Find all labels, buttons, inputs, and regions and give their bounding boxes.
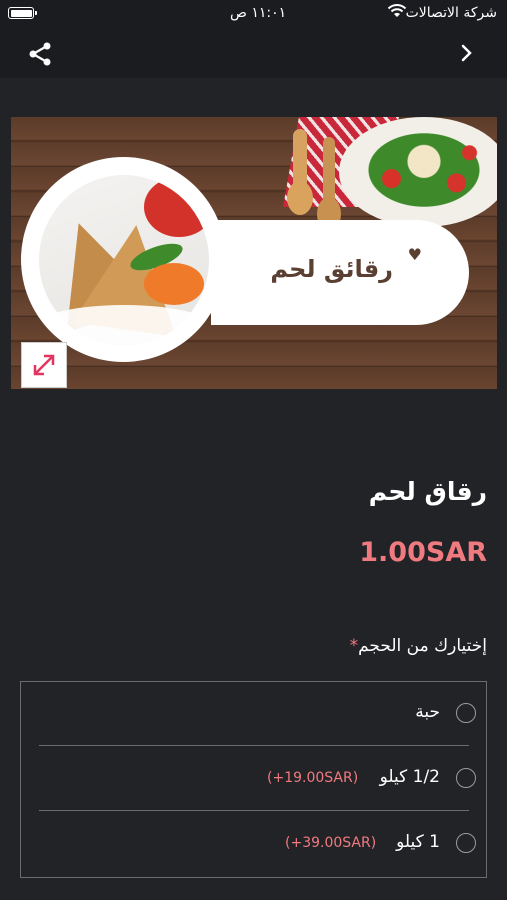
size-option-one-kilo[interactable]: 1 كيلو (+39.00SAR) bbox=[21, 812, 486, 877]
salad bbox=[359, 127, 489, 213]
option-name: 1/2 كيلو bbox=[379, 767, 440, 787]
option-extra-price: (+19.00SAR) bbox=[267, 770, 359, 786]
heart-icon: ♥ bbox=[407, 245, 422, 264]
carrier-name: شركة الاتصالات bbox=[405, 5, 497, 21]
option-name: 1 كيلو bbox=[396, 832, 440, 852]
size-option-label: إختيارك من الحجم* bbox=[346, 636, 487, 656]
size-option-text: إختيارك من الحجم bbox=[358, 636, 487, 656]
radio-button[interactable] bbox=[456, 833, 476, 853]
divider bbox=[39, 745, 469, 746]
option-extra-price: (+39.00SAR) bbox=[285, 835, 377, 851]
size-option-piece[interactable]: حبة bbox=[21, 682, 486, 747]
expand-icon bbox=[33, 354, 55, 376]
status-time: ١١:٠١ ص bbox=[230, 5, 287, 21]
divider bbox=[39, 810, 469, 811]
nav-bar bbox=[0, 28, 507, 78]
radio-button[interactable] bbox=[456, 703, 476, 723]
status-bar: ١١:٠١ ص شركة الاتصالات bbox=[0, 0, 507, 28]
size-options-list: حبة 1/2 كيلو (+19.00SAR) 1 كيلو (+39.00S… bbox=[20, 681, 487, 878]
share-icon[interactable] bbox=[26, 40, 54, 68]
product-title: رقاق لحم bbox=[368, 477, 487, 506]
radio-button[interactable] bbox=[456, 768, 476, 788]
required-marker: * bbox=[349, 636, 359, 656]
battery-icon bbox=[8, 7, 37, 19]
wooden-spoon bbox=[287, 129, 313, 215]
samosa-photo bbox=[39, 175, 209, 345]
expand-image-button[interactable] bbox=[21, 342, 67, 388]
option-name: حبة bbox=[415, 702, 440, 722]
wifi-icon bbox=[387, 4, 407, 17]
product-price: 1.00SAR bbox=[359, 537, 487, 568]
product-image: ♥ رقائق لحم bbox=[11, 117, 497, 389]
image-overlay-title: رقائق لحم bbox=[270, 255, 393, 283]
wooden-spoon bbox=[317, 137, 341, 231]
size-option-half-kilo[interactable]: 1/2 كيلو (+19.00SAR) bbox=[21, 747, 486, 812]
chevron-right-icon[interactable] bbox=[457, 42, 477, 64]
